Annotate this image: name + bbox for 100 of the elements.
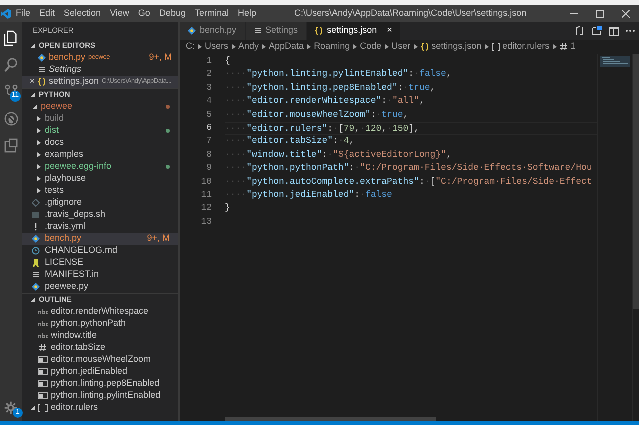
outline-item[interactable]: python.linting.pep8Enabled — [22, 378, 178, 390]
editor-tab[interactable]: bench.py — [180, 22, 246, 40]
menu-item[interactable]: Help — [238, 6, 256, 20]
lines-icon — [254, 27, 262, 35]
collapsed-arrow-icon[interactable] — [36, 116, 42, 122]
split-editor-icon[interactable] — [609, 26, 619, 36]
breadcrumb-item[interactable]: 1 — [560, 40, 576, 54]
breadcrumb-item[interactable]: User — [392, 40, 411, 54]
expanded-arrow-icon[interactable] — [30, 92, 36, 98]
outline-item[interactable]: editor.mouseWheelZoom — [22, 354, 178, 366]
toggle-icon — [38, 356, 48, 364]
ribbon-icon — [32, 259, 40, 267]
line-number: 1 — [206, 55, 212, 68]
chevron-icon — [353, 44, 358, 50]
compare-icon[interactable] — [575, 26, 585, 36]
breadcrumb-item[interactable]: C: — [186, 40, 195, 54]
breadcrumb-item[interactable]: Code — [360, 40, 382, 54]
line-number: 11 — [200, 188, 212, 202]
menu-item[interactable]: View — [110, 6, 130, 20]
editor-tab[interactable]: Settings — [246, 22, 308, 40]
breadcrumb-item[interactable]: Users — [205, 40, 229, 54]
tree-item[interactable]: LICENSE — [22, 257, 178, 269]
tree-item[interactable]: docs — [22, 137, 178, 149]
expanded-arrow-icon[interactable] — [30, 405, 36, 411]
tree-item[interactable]: peewee.egg-info — [22, 161, 178, 173]
expanded-arrow-icon[interactable] — [32, 104, 38, 110]
tree-item[interactable]: CHANGELOG.md — [22, 245, 178, 257]
expanded-arrow-icon[interactable] — [30, 43, 36, 49]
file-name: LICENSE — [45, 256, 84, 270]
outline-item[interactable]: window.title — [22, 330, 178, 342]
menu-item[interactable]: Debug — [159, 6, 186, 20]
tree-item[interactable]: peewee — [22, 101, 178, 113]
outline-item[interactable]: editor.rulers — [22, 402, 178, 414]
folder-name: dist — [45, 124, 60, 138]
clock-icon — [32, 247, 40, 255]
outline-item[interactable]: python.pythonPath — [22, 318, 178, 330]
hash-icon — [38, 344, 48, 352]
menu-item[interactable]: Go — [138, 6, 150, 20]
outline-item[interactable]: editor.renderWhitespace — [22, 306, 178, 318]
menu-item[interactable]: File — [16, 6, 31, 20]
preview-icon[interactable] — [592, 26, 602, 36]
python-file-icon — [32, 283, 40, 291]
menu-item[interactable]: Edit — [40, 6, 56, 20]
tree-item[interactable]: peewee.py — [22, 281, 178, 293]
line-number: 3 — [206, 82, 212, 95]
tree-item[interactable]: .gitignore — [22, 197, 178, 209]
scrollbar-thumb[interactable] — [633, 54, 639, 309]
close-editor-button[interactable]: × — [30, 75, 35, 89]
breadcrumb-item[interactable]: Roaming — [314, 40, 350, 54]
file-name: CHANGELOG.md — [45, 244, 118, 258]
menu-item[interactable]: Terminal — [194, 6, 229, 20]
line-number: 4 — [206, 95, 212, 108]
breadcrumb-item[interactable]: Andy — [238, 40, 260, 54]
collapsed-arrow-icon[interactable] — [36, 152, 42, 158]
folder-name: peewee.egg-info — [45, 160, 112, 174]
code-line: ····"editor.renderWhitespace":·"all", — [225, 96, 425, 106]
brackets-icon — [492, 43, 500, 51]
text-icon — [38, 308, 48, 316]
tree-item[interactable]: examples — [22, 149, 178, 161]
code-line: { — [225, 56, 230, 66]
tree-item[interactable]: tests — [22, 185, 178, 197]
outline-item[interactable]: python.linting.pylintEnabled — [22, 390, 178, 402]
breadcrumb-item[interactable]: settings.json — [420, 40, 482, 54]
tree-item[interactable]: MANIFEST.in — [22, 269, 178, 281]
close-tab-button[interactable]: × — [387, 24, 392, 38]
extensions-icon[interactable] — [4, 138, 18, 154]
tree-item[interactable]: bench.py 9+, M — [22, 233, 178, 245]
files-icon[interactable] — [4, 30, 18, 46]
collapsed-arrow-icon[interactable] — [36, 176, 42, 182]
lines-icon — [32, 271, 40, 279]
file-name: MANIFEST.in — [45, 268, 100, 282]
collapsed-arrow-icon[interactable] — [36, 164, 42, 170]
chevron-icon — [384, 44, 389, 50]
menu-item[interactable]: Selection — [64, 6, 102, 20]
outline-item[interactable]: editor.tabSize — [22, 342, 178, 354]
settings-icon[interactable] — [4, 401, 18, 415]
tree-item[interactable]: .travis_deps.sh — [22, 209, 178, 221]
search-icon[interactable] — [4, 56, 18, 72]
line-number: 8 — [206, 148, 212, 162]
tree-item[interactable]: dist — [22, 125, 178, 137]
horizontal-scrollbar-thumb[interactable] — [225, 417, 436, 421]
breadcrumb-item[interactable]: AppData — [269, 40, 304, 54]
breadcrumb-item[interactable]: editor.rulers — [492, 40, 550, 54]
collapsed-arrow-icon[interactable] — [36, 140, 42, 146]
collapsed-arrow-icon[interactable] — [36, 188, 42, 194]
file-name: .gitignore — [45, 196, 82, 210]
outline-item[interactable]: python.jediEnabled — [22, 366, 178, 378]
tree-item[interactable]: build — [22, 113, 178, 125]
code-line: ····"window.title":·"${activeEditorLong}", — [225, 150, 452, 160]
tree-item[interactable]: .travis.yml — [22, 221, 178, 233]
tree-item[interactable]: playhouse — [22, 173, 178, 185]
code-line: ····"python.pythonPath":·"C:/Program·Files/Side·Effects·Software/Hou — [225, 163, 592, 174]
close-icon — [622, 10, 630, 18]
editor-tab[interactable]: settings.json × — [307, 22, 402, 40]
collapsed-arrow-icon[interactable] — [36, 128, 42, 134]
open-editor-item[interactable]: Settings — [22, 64, 178, 76]
line-number: 2 — [206, 68, 212, 82]
no-bug-icon[interactable] — [4, 110, 18, 126]
code-line: ····"editor.rulers":·[79,·120,·150], — [225, 124, 420, 134]
expanded-arrow-icon[interactable] — [30, 297, 36, 303]
